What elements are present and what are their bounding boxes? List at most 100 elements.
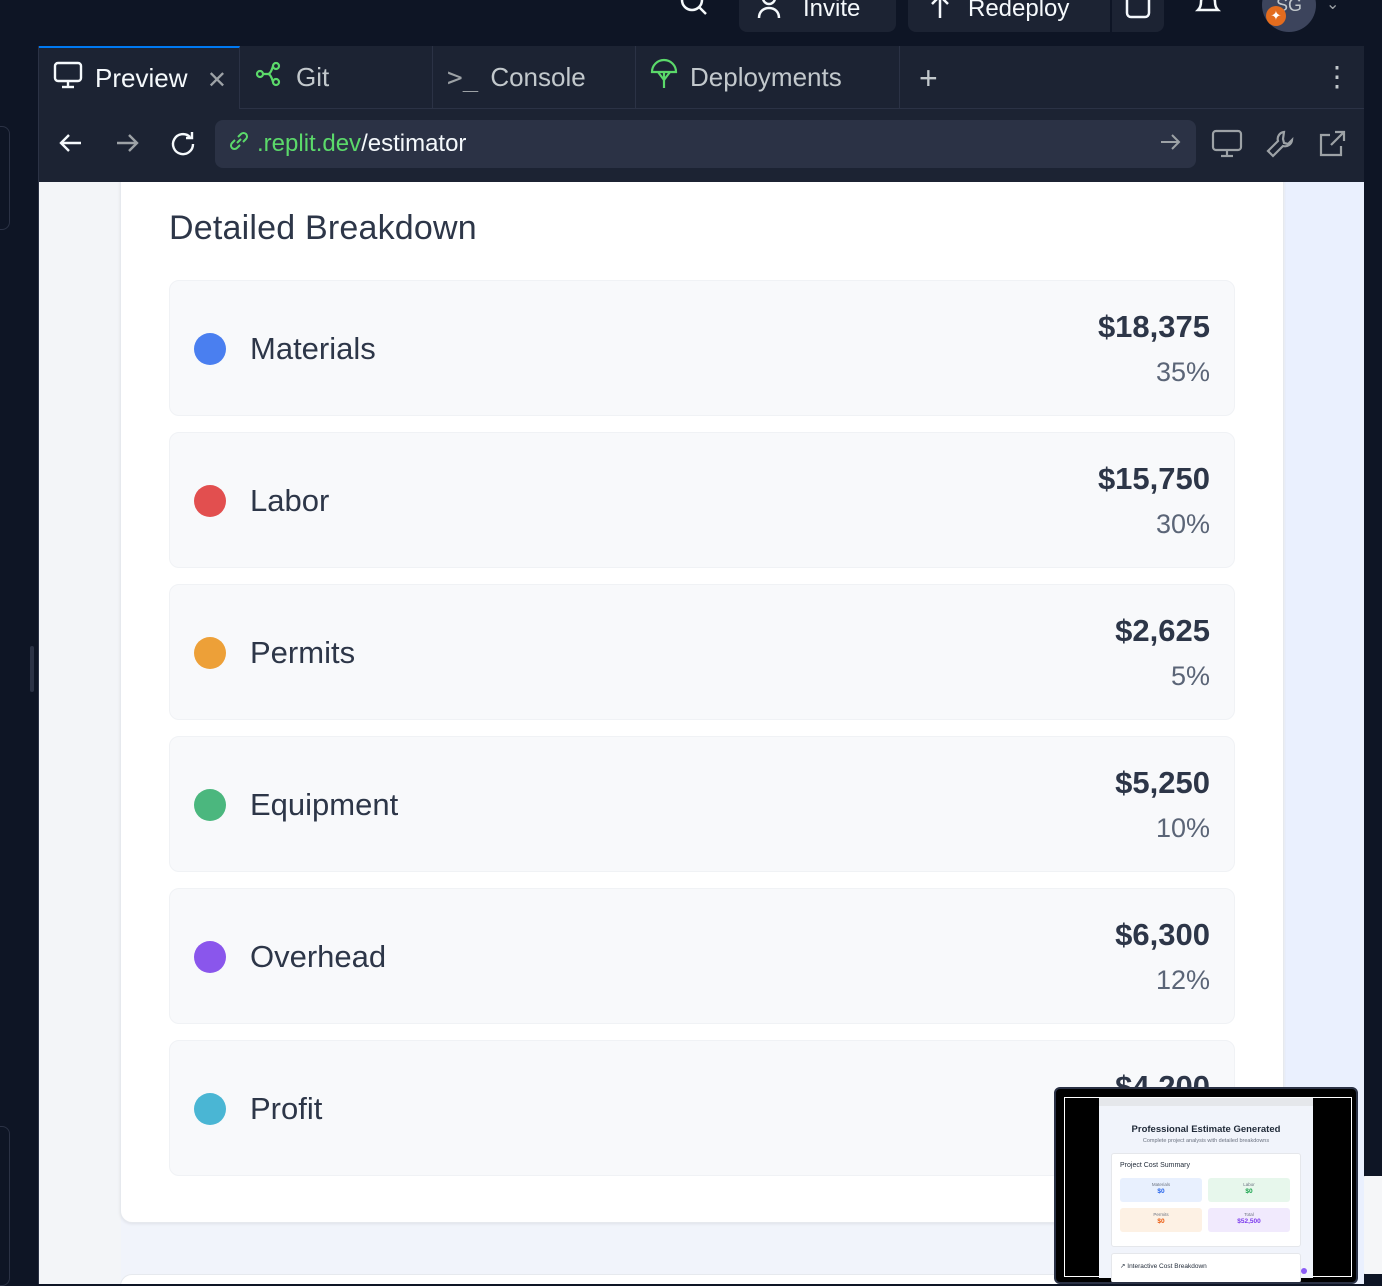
category-amount: $6,300 (1115, 917, 1210, 952)
category-label: Permits (250, 635, 356, 670)
category-color-dot (194, 1093, 226, 1125)
add-tab-icon[interactable]: + (919, 60, 938, 97)
resize-handle[interactable] (30, 646, 34, 692)
close-icon[interactable]: ✕ (207, 66, 227, 95)
thumbnail-chart-title: ↗ Interactive Cost Breakdown (1120, 1263, 1207, 1270)
invite-button[interactable]: Invite (739, 0, 896, 32)
category-color-dot (194, 789, 226, 821)
url-bar: .replit.dev/estimator (39, 109, 1364, 182)
breakdown-card: Detailed Breakdown Materials $18,375 35% La… (120, 182, 1284, 1223)
thumbnail-box-total: Total $52,500 (1208, 1208, 1290, 1232)
link-icon (227, 129, 251, 160)
section-title: Detailed Breakdown (169, 209, 477, 247)
breakdown-row-permits: Permits $2,625 5% (169, 584, 1235, 720)
thumbnail-page: Professional Estimate Generated Complete… (1099, 1098, 1313, 1282)
left-panel-edge (0, 46, 30, 1286)
tab-preview[interactable]: Preview ✕ (39, 46, 240, 109)
thumbnail-box-materials: Materials $0 (1120, 1178, 1202, 1202)
forward-arrow-icon[interactable] (113, 129, 141, 162)
redeploy-button[interactable]: Redeploy (908, 0, 1110, 32)
tab-label: Git (296, 62, 330, 92)
category-label: Materials (250, 331, 376, 366)
box-label: Labor (1243, 1182, 1255, 1187)
category-label: Profit (250, 1091, 323, 1126)
thumbnail-summary-title: Project Cost Summary (1120, 1162, 1191, 1169)
deploy-icon (926, 0, 954, 27)
url-path: /estimator (361, 130, 467, 157)
category-label: Equipment (250, 787, 399, 822)
sparkle-badge-icon: ✦ (1266, 6, 1286, 26)
box-value: $52,500 (1237, 1218, 1261, 1225)
category-color-dot (194, 333, 226, 365)
category-label: Labor (250, 483, 330, 518)
url-host: .replit.dev (257, 130, 362, 157)
tab-console[interactable]: >_ Console (433, 46, 636, 109)
breakdown-row-overhead: Overhead $6,300 12% (169, 888, 1235, 1024)
thumbnail-box-labor: Labor $0 (1208, 1178, 1290, 1202)
box-label: Permits (1153, 1212, 1169, 1217)
category-percent: 35% (1155, 357, 1210, 387)
bell-icon[interactable] (1192, 0, 1224, 21)
monitor-icon (53, 61, 83, 96)
box-value: $0 (1157, 1188, 1165, 1195)
category-label: Overhead (250, 939, 387, 974)
category-amount: $5,250 (1115, 765, 1210, 800)
box-value: $0 (1157, 1218, 1165, 1225)
redeploy-label: Redeploy (968, 0, 1070, 22)
go-arrow-icon[interactable] (1158, 130, 1182, 161)
tab-label: Deployments (690, 62, 842, 92)
thumbnail-box-permits: Permits $0 (1120, 1208, 1202, 1232)
tab-label: Console (490, 62, 586, 92)
page-background (39, 182, 121, 1284)
redeploy-menu-button[interactable] (1112, 0, 1164, 32)
breakdown-row-labor: Labor $15,750 30% (169, 432, 1235, 568)
thumbnail-summary-card: Project Cost Summary Materials $0 Labor … (1111, 1153, 1301, 1247)
device-preview-icon[interactable] (1211, 129, 1243, 164)
workspace-header: Invite Redeploy SG ✦ ⌄ (0, 0, 1382, 46)
category-color-dot (194, 485, 226, 517)
tab-bar: Preview ✕ Git >_ Console Deployments + ⋮ (39, 46, 1364, 109)
deployments-icon (650, 58, 678, 97)
user-plus-icon (757, 0, 789, 27)
left-panel-card (0, 1126, 10, 1286)
reload-icon[interactable] (168, 129, 198, 164)
wrench-icon[interactable] (1265, 129, 1295, 164)
open-link-icon (1124, 0, 1152, 27)
breakdown-row-equipment: Equipment $5,250 10% (169, 736, 1235, 872)
category-amount: $2,625 (1115, 613, 1210, 648)
thumbnail-indicator (1301, 1268, 1307, 1274)
box-label: Total (1244, 1212, 1254, 1217)
left-panel-card (0, 126, 10, 230)
category-color-dot (194, 941, 226, 973)
thumbnail-frame: Professional Estimate Generated Complete… (1064, 1097, 1352, 1282)
back-arrow-icon[interactable] (57, 129, 85, 162)
right-panel-card (1361, 1176, 1382, 1274)
external-link-icon[interactable] (1317, 129, 1347, 164)
screenshot-thumbnail[interactable]: Professional Estimate Generated Complete… (1054, 1087, 1358, 1284)
category-percent: 5% (1170, 661, 1210, 691)
tab-deployments[interactable]: Deployments (636, 46, 900, 109)
box-value: $0 (1245, 1188, 1253, 1195)
thumbnail-chart-card: ↗ Interactive Cost Breakdown (1111, 1253, 1301, 1282)
box-label: Materials (1151, 1182, 1171, 1187)
tab-git[interactable]: Git (240, 46, 433, 109)
tab-label: Preview (95, 63, 188, 93)
category-color-dot (194, 637, 226, 669)
thumbnail-subtitle: Complete project analysis with detailed … (1142, 1138, 1270, 1144)
search-icon[interactable] (678, 0, 710, 27)
invite-label: Invite (803, 0, 861, 22)
thumbnail-chart-title-text: Interactive Cost Breakdown (1127, 1263, 1207, 1270)
category-percent: 30% (1155, 509, 1210, 539)
right-panel-edge (1361, 46, 1382, 1284)
category-percent: 10% (1155, 813, 1210, 843)
terminal-icon: >_ (447, 62, 479, 93)
address-field[interactable]: .replit.dev/estimator (215, 120, 1196, 168)
category-amount: $18,375 (1097, 309, 1210, 344)
chevron-down-icon[interactable]: ⌄ (1326, 0, 1339, 14)
breakdown-row-materials: Materials $18,375 35% (169, 280, 1235, 416)
category-amount: $15,750 (1097, 461, 1210, 496)
thumbnail-title: Professional Estimate Generated (1131, 1124, 1281, 1135)
git-branch-icon (254, 60, 284, 95)
category-percent: 12% (1155, 965, 1210, 995)
more-vertical-icon[interactable]: ⋮ (1323, 60, 1351, 93)
